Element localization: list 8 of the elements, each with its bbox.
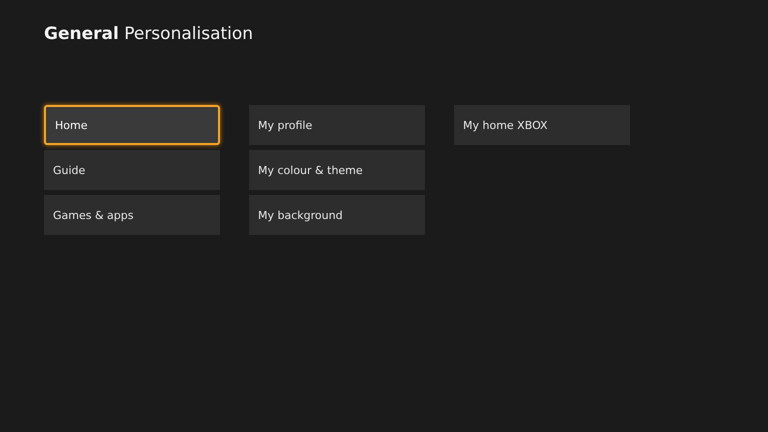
menu-tile[interactable]: Home: [44, 105, 220, 145]
menu-tile[interactable]: My colour & theme: [249, 150, 425, 190]
menu-tile[interactable]: My profile: [249, 105, 425, 145]
menu-tile[interactable]: My background: [249, 195, 425, 235]
menu-tile[interactable]: Guide: [44, 150, 220, 190]
page-title: General Personalisation: [44, 23, 254, 46]
menu-tile[interactable]: My home XBOX: [454, 105, 630, 145]
menu-tile[interactable]: Games & apps: [44, 195, 220, 235]
